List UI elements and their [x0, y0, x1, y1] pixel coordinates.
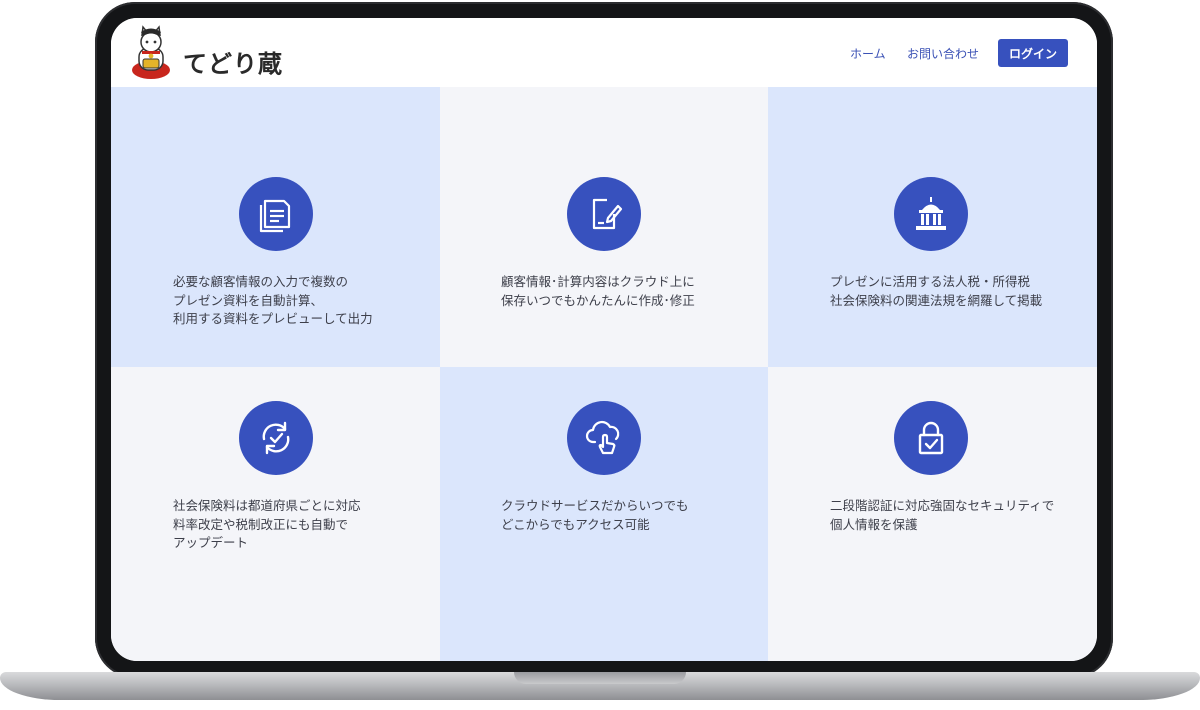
cloud-access-icon [567, 401, 641, 475]
feature-text: 必要な顧客情報の入力で複数の プレゼン資料を自動計算、 利用する資料をプレビュー… [173, 274, 373, 326]
laptop-notch [514, 672, 686, 684]
logo-text: てどり蔵 [183, 49, 283, 78]
logo[interactable]: てどり蔵 [129, 24, 289, 80]
auto-update-icon [239, 401, 313, 475]
feature-tile-tax-law: プレゼンに活用する法人税・所得税 社会保険料の関連法規を網羅して掲載 [768, 87, 1097, 367]
lucky-cat-icon [132, 25, 170, 79]
login-button[interactable]: ログイン [998, 39, 1068, 67]
lock-icon [894, 401, 968, 475]
nav-link-home[interactable]: ホーム [850, 45, 886, 62]
feature-text: クラウドサービスだからいつでも どこからでもアクセス可能 [501, 498, 689, 532]
navbar: てどり蔵 ホーム お問い合わせ ログイン [111, 18, 1097, 87]
feature-text: プレゼンに活用する法人税・所得税 社会保険料の関連法規を網羅して掲載 [830, 274, 1043, 308]
feature-tile-auto-calc: 必要な顧客情報の入力で複数の プレゼン資料を自動計算、 利用する資料をプレビュー… [111, 87, 440, 367]
feature-text: 社会保険料は都道府県ごとに対応 料率改定や税制改正にも自動で アップデート [173, 498, 361, 550]
edit-document-icon [567, 177, 641, 251]
government-building-icon [894, 177, 968, 251]
document-icon [239, 177, 313, 251]
feature-tile-cloud-save: 顧客情報･計算内容はクラウド上に 保存いつでもかんたんに作成･修正 [440, 87, 768, 367]
feature-tile-security: 二段階認証に対応強固なセキュリティで 個人情報を保護 [768, 367, 1097, 661]
feature-grid: 必要な顧客情報の入力で複数の プレゼン資料を自動計算、 利用する資料をプレビュー… [111, 87, 1097, 661]
feature-text: 顧客情報･計算内容はクラウド上に 保存いつでもかんたんに作成･修正 [501, 274, 695, 308]
feature-tile-auto-update: 社会保険料は都道府県ごとに対応 料率改定や税制改正にも自動で アップデート [111, 367, 440, 661]
feature-text: 二段階認証に対応強固なセキュリティで 個人情報を保護 [830, 498, 1055, 532]
laptop-screen: てどり蔵 ホーム お問い合わせ ログイン 必要な顧客情報の入力で複数の プレゼン… [111, 18, 1097, 661]
feature-tile-cloud-access: クラウドサービスだからいつでも どこからでもアクセス可能 [440, 367, 768, 661]
nav-link-contact[interactable]: お問い合わせ [907, 45, 979, 62]
